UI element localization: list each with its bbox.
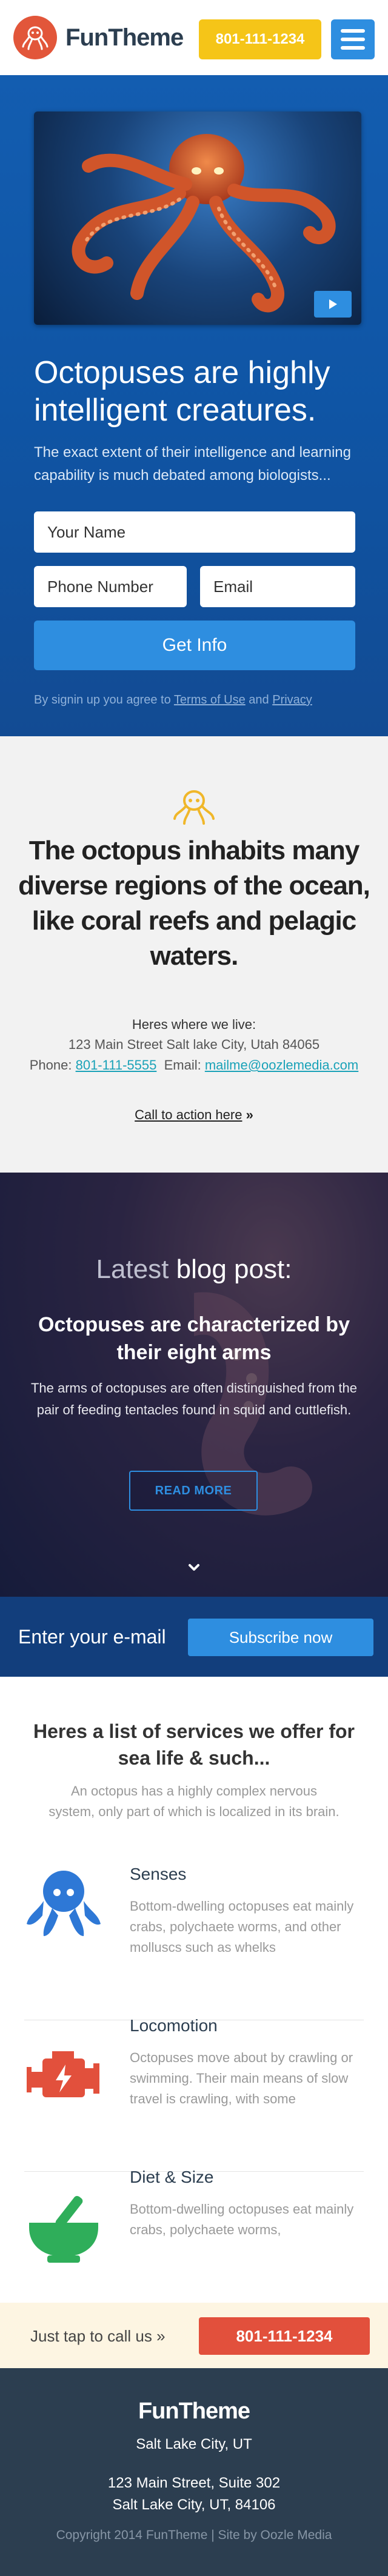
hero-subtitle: The exact extent of their intelligence a… [34,444,351,484]
name-input[interactable] [34,511,355,553]
email-input[interactable] [200,566,355,607]
call-bar: Just tap to call us » 801-111-1234 [0,2303,388,2368]
address-text: 123 Main Street Salt lake City, Utah 840… [68,1037,320,1052]
phone-label: Phone: [29,1057,72,1073]
hero-section: Octopuses are highly intelligent creatur… [0,75,388,736]
blog-post-title[interactable]: Octopuses are characterized by their eig… [36,1311,352,1366]
services-intro: An octopus has a highly complex nervous … [48,1783,340,1819]
services-title: Heres a list of services we offer for se… [33,1720,355,1769]
cta-arrow: » [246,1107,253,1122]
hero-video-thumbnail[interactable] [34,111,361,325]
call-to-action-link[interactable]: Call to action here » [0,1107,388,1123]
menu-bar [341,29,365,33]
blog-section: Latest blog post: Octopuses are characte… [0,1173,388,1597]
services-section: Heres a list of services we offer for se… [0,1677,388,2303]
octopus-image [72,134,336,313]
terms-text: By signin up you agree to Terms of Use a… [34,693,355,707]
get-info-button[interactable]: Get Info [34,621,355,670]
site-header: FunTheme 801-111-1234 [0,0,388,75]
service-item[interactable]: Locomotion Octopuses move about by crawl… [24,2014,364,2165]
menu-bar [341,38,365,41]
email-subscribe-input[interactable]: Enter your e-mail [18,1626,166,1648]
subscribe-bar: Enter your e-mail Subscribe now [0,1597,388,1677]
info-title: The octopus inhabits many diverse region… [18,836,370,971]
footer-address-line1: 123 Main Street, Suite 302 [107,2475,281,2491]
email-label: Email: [164,1057,201,1073]
service-name: Locomotion [130,2016,218,2035]
hamburger-menu-icon[interactable] [331,19,375,59]
service-name: Diet & Size [130,2168,214,2186]
footer-brand[interactable]: FunTheme [0,2398,388,2425]
blog-heading-light: Latest [96,1254,169,1284]
info-section: The octopus inhabits many diverse region… [0,736,388,1173]
subscribe-button[interactable]: Subscribe now [188,1619,373,1656]
hero-title: Octopuses are highly intelligent creatur… [34,355,330,428]
call-phone-button[interactable]: 801-111-1234 [199,2317,370,2355]
email-link[interactable]: mailme@oozlemedia.com [205,1057,358,1073]
octopus-icon [24,1862,103,1941]
contact-line: Phone: 801-111-5555 Email: mailme@oozlem… [0,1057,388,1073]
service-name: Senses [130,1865,187,1883]
call-label: Just tap to call us » [30,2327,166,2345]
mortar-pestle-icon [24,2189,103,2268]
read-more-button[interactable]: READ MORE [129,1471,258,1511]
brand-name[interactable]: FunTheme [65,24,184,52]
footer-city: Salt Lake City, UT [136,2436,252,2452]
site-footer: FunTheme Salt Lake City, UT 123 Main Str… [0,2368,388,2576]
blog-heading: Latest blog post: [0,1254,388,1285]
play-icon[interactable] [314,291,352,318]
phone-input[interactable] [34,566,187,607]
logo-octopus-icon[interactable] [13,16,57,59]
header-phone-button[interactable]: 801-111-1234 [199,19,321,59]
phone-link[interactable]: 801-111-5555 [76,1057,157,1073]
menu-bar [341,46,365,50]
engine-icon [24,2038,103,2117]
chevron-down-icon[interactable] [184,1562,204,1577]
terms-and: and [249,693,269,707]
service-description: Bottom-dwelling octopuses eat mainly cra… [130,1899,354,1955]
service-item[interactable]: Diet & Size Bottom-dwelling octopuses ea… [24,2165,364,2317]
service-item[interactable]: Senses Bottom-dwelling octopuses eat mai… [24,1862,364,2014]
privacy-link[interactable]: Privacy [272,693,312,707]
terms-link[interactable]: Terms of Use [174,693,246,707]
service-description: Octopuses move about by crawling or swim… [130,2050,353,2106]
cta-label: Call to action here [135,1107,242,1122]
footer-copyright: Copyright 2014 FunTheme | Site by Oozle … [56,2528,332,2542]
octopus-icon [170,786,218,831]
terms-prefix: By signin up you agree to [34,693,171,707]
blog-post-excerpt: The arms of octopuses are often distingu… [30,1380,358,1417]
blog-heading-strong: blog post: [176,1254,292,1284]
service-description: Bottom-dwelling octopuses eat mainly cra… [130,2202,354,2237]
footer-address-line2: Salt Lake City, UT, 84106 [112,2497,276,2513]
where-we-live-label: Heres where we live: [132,1017,256,1032]
